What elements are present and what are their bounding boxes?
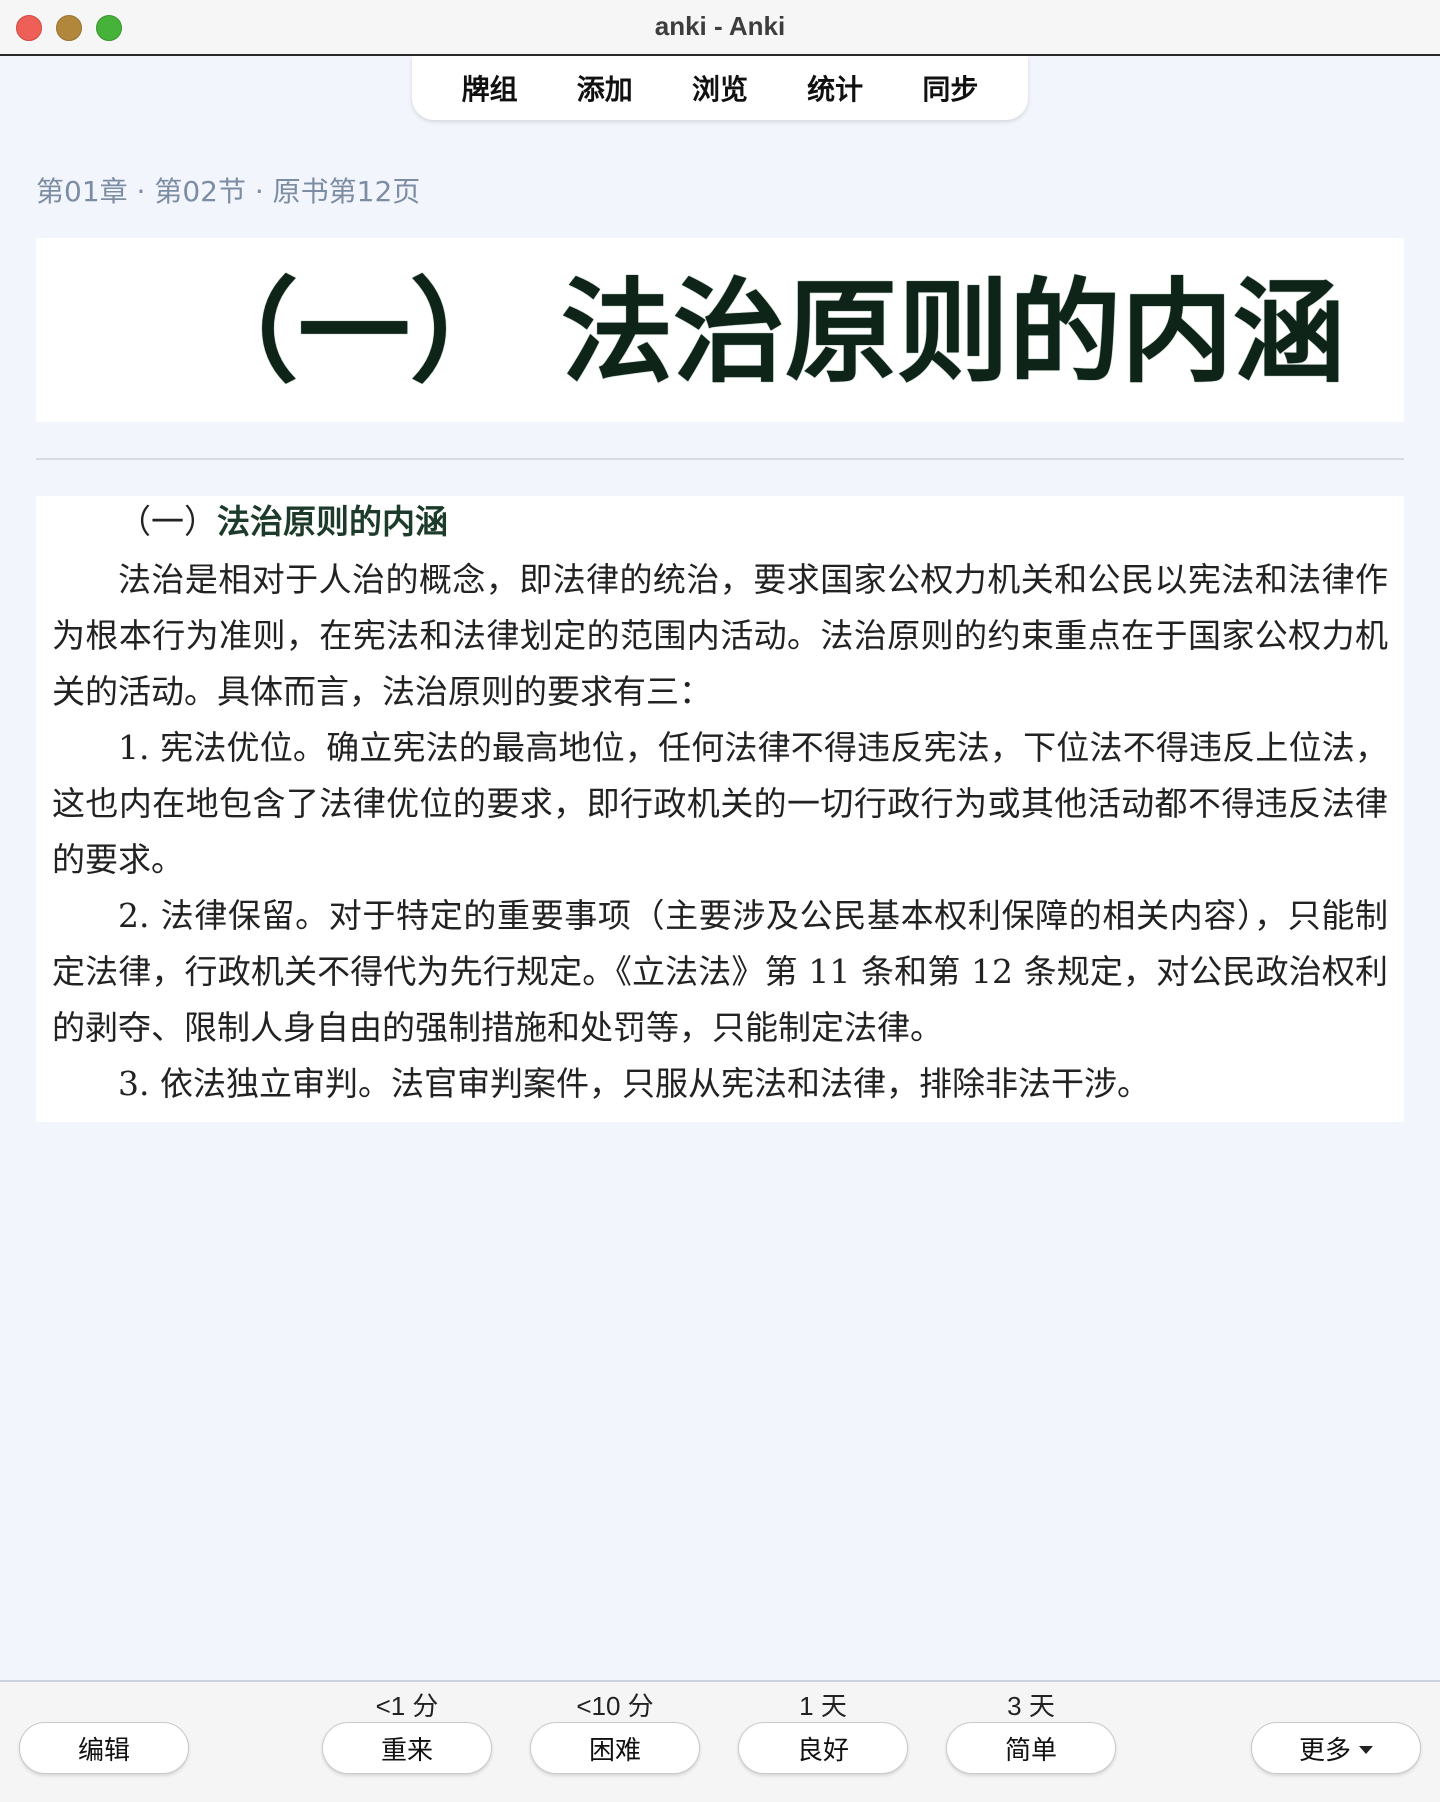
good-button[interactable]: 良好 xyxy=(738,1722,908,1774)
interval-again: <1 分 xyxy=(375,1691,439,1721)
heading-image: （一） 法治原则的内涵 xyxy=(36,238,1404,422)
easy-button[interactable]: 简单 xyxy=(946,1722,1116,1774)
again-button[interactable]: 重来 xyxy=(322,1722,492,1774)
paragraph-point-3: 3. 依法独立审判。法官审判案件，只服从宪法和法律，排除非法干涉。 xyxy=(118,1064,1150,1103)
more-button[interactable]: 更多 xyxy=(1251,1722,1421,1774)
section-title: 法治原则的内涵 xyxy=(217,502,448,541)
paragraph-point-2: 2. 法律保留。对于特定的重要事项（主要涉及公民基本权利保障的相关内容），只能制… xyxy=(52,896,1388,1047)
breadcrumb: 第01章 · 第02节 · 原书第12页 xyxy=(36,175,421,208)
nav-sync[interactable]: 同步 xyxy=(922,68,978,108)
interval-good: 1 天 xyxy=(799,1691,847,1721)
bottom-bar xyxy=(0,1680,1440,1802)
paragraph-intro: 法治是相对于人治的概念，即法律的统治，要求国家公权力机关和公民以宪法和法律作为根… xyxy=(52,560,1388,711)
hard-button[interactable]: 困难 xyxy=(530,1722,700,1774)
main-toolbar: 牌组 添加 浏览 统计 同步 xyxy=(412,56,1028,120)
interval-hard: <10 分 xyxy=(576,1691,654,1721)
window-title: anki - Anki xyxy=(654,11,786,41)
answer-content: （一）法治原则的内涵 法治是相对于人治的概念，即法律的统治，要求国家公权力机关和… xyxy=(36,496,1404,1122)
nav-stats[interactable]: 统计 xyxy=(807,68,863,108)
nav-browse[interactable]: 浏览 xyxy=(692,68,748,108)
heading-image-text: （一） 法治原则的内涵 xyxy=(186,267,1345,398)
title-bar: anki - Anki xyxy=(0,0,1440,56)
nav-add[interactable]: 添加 xyxy=(577,68,633,108)
section-heading: （一）法治原则的内涵 xyxy=(118,499,448,545)
section-number: （一） xyxy=(118,502,217,541)
paragraph-point-1: 1. 宪法优位。确立宪法的最高地位，任何法律不得违反宪法，下位法不得违反上位法，… xyxy=(52,728,1388,879)
edit-button[interactable]: 编辑 xyxy=(19,1722,189,1774)
chevron-down-icon xyxy=(1359,1746,1373,1754)
answer-divider xyxy=(36,458,1404,460)
interval-easy: 3 天 xyxy=(1007,1691,1055,1721)
more-label: 更多 xyxy=(1298,1735,1351,1766)
nav-decks[interactable]: 牌组 xyxy=(462,68,518,108)
